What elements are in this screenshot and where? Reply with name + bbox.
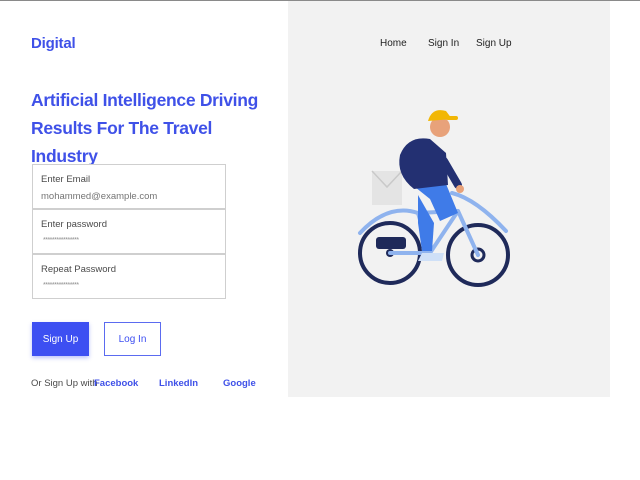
- signup-button[interactable]: Sign Up: [32, 322, 89, 356]
- social-prompt: Or Sign Up with: [31, 378, 98, 389]
- cyclist-illustration: [358, 110, 510, 287]
- signup-panel: Digital Artificial Intelligence Driving …: [0, 1, 288, 397]
- nav-sign-in[interactable]: Sign In: [428, 38, 459, 49]
- brand-logo[interactable]: Digital: [31, 35, 76, 52]
- envelope-icon: [371, 170, 403, 205]
- password-input[interactable]: ****************: [43, 237, 79, 244]
- email-input[interactable]: [41, 191, 217, 202]
- password-field[interactable]: Enter password ****************: [32, 209, 226, 254]
- google-link[interactable]: Google: [223, 378, 256, 389]
- facebook-link[interactable]: Facebook: [94, 378, 138, 389]
- email-label: Enter Email: [41, 174, 91, 185]
- page-headline: Artificial Intelligence Driving Results …: [31, 90, 259, 166]
- linkedin-link[interactable]: LinkedIn: [159, 378, 198, 389]
- email-field[interactable]: Enter Email: [32, 164, 226, 209]
- signup-form: Enter Email Enter password *************…: [32, 164, 226, 299]
- repeat-password-field[interactable]: Repeat Password ****************: [32, 254, 226, 299]
- repeat-password-input[interactable]: ****************: [43, 282, 79, 289]
- login-button[interactable]: Log In: [104, 322, 161, 356]
- repeat-password-label: Repeat Password: [41, 264, 116, 275]
- password-label: Enter password: [41, 219, 108, 230]
- nav-sign-up[interactable]: Sign Up: [476, 38, 512, 49]
- rider-head: [428, 110, 458, 137]
- illustration-panel: Home Sign In Sign Up: [288, 1, 610, 397]
- nav-home[interactable]: Home: [380, 38, 407, 49]
- rider-torso: [399, 138, 464, 193]
